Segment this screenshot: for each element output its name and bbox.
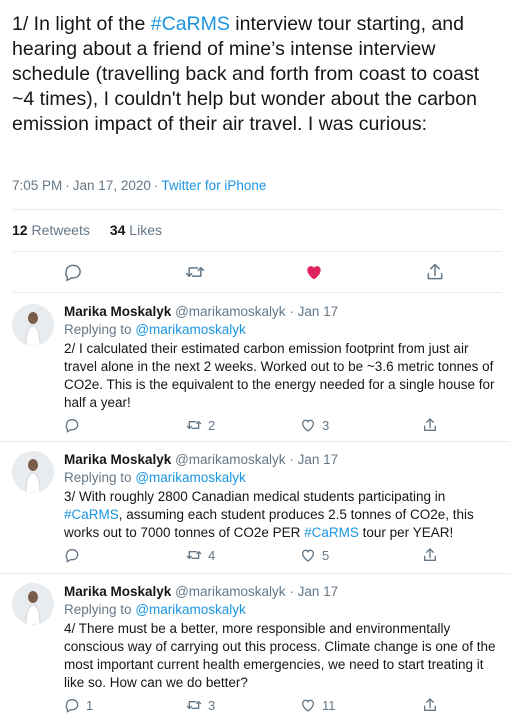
retweet-button[interactable]: 2 bbox=[186, 417, 215, 433]
tweet-actions bbox=[0, 260, 510, 284]
replying-to: Replying to @marikamoskalyk bbox=[64, 321, 500, 339]
hashtag-link[interactable]: #CaRMS bbox=[151, 13, 230, 35]
replying-label: Replying to bbox=[64, 322, 132, 337]
avatar[interactable] bbox=[12, 304, 54, 346]
share-button[interactable] bbox=[422, 417, 444, 433]
main-tweet: 1/ In light of the #CaRMS interview tour… bbox=[0, 0, 510, 300]
reply-actions: 4 5 bbox=[64, 547, 464, 567]
retweets-count: 12 bbox=[12, 222, 28, 238]
like-count: 3 bbox=[322, 417, 330, 433]
likes-label: Likes bbox=[129, 222, 162, 238]
share-icon bbox=[424, 548, 436, 561]
tweet-text-part: 1/ In light of the bbox=[12, 13, 151, 35]
reply-actions: 2 3 bbox=[64, 417, 464, 437]
divider bbox=[0, 441, 510, 442]
reply-count: 1 bbox=[86, 697, 94, 713]
like-count: 5 bbox=[322, 547, 330, 563]
reply-button[interactable] bbox=[61, 260, 85, 284]
share-icon bbox=[424, 418, 436, 431]
retweet-icon bbox=[186, 701, 202, 709]
retweet-button[interactable]: 3 bbox=[186, 697, 215, 713]
retweet-button[interactable] bbox=[183, 260, 207, 284]
heart-outline-icon bbox=[301, 549, 315, 562]
reply-text: 2/ I calculated their estimated carbon e… bbox=[64, 341, 495, 410]
retweet-icon bbox=[185, 267, 205, 277]
reply-icon bbox=[65, 264, 81, 282]
reply-text-part: tour per YEAR! bbox=[358, 525, 454, 540]
replying-label: Replying to bbox=[64, 602, 132, 617]
likes-count: 34 bbox=[109, 222, 126, 238]
retweets-label: Retweets bbox=[31, 222, 90, 238]
reply-button[interactable] bbox=[64, 417, 86, 433]
retweet-count: 3 bbox=[208, 697, 216, 713]
retweet-count: 4 bbox=[208, 547, 216, 563]
reply-date[interactable]: Jan 17 bbox=[298, 584, 339, 599]
replying-to-link[interactable]: @marikamoskalyk bbox=[135, 322, 245, 337]
tweet-stats: 12 Retweets 34 Likes bbox=[12, 222, 162, 238]
retweets-stat[interactable]: 12 Retweets bbox=[12, 222, 90, 238]
share-icon bbox=[424, 698, 436, 711]
divider bbox=[12, 292, 502, 293]
replying-to-link[interactable]: @marikamoskalyk bbox=[135, 602, 245, 617]
avatar[interactable] bbox=[12, 583, 54, 625]
heart-outline-icon bbox=[301, 419, 315, 432]
reply-header: Marika Moskalyk @marikamoskalyk · Jan 17 bbox=[64, 584, 339, 599]
reply-button[interactable] bbox=[64, 547, 86, 563]
divider bbox=[12, 209, 502, 210]
reply-header: Marika Moskalyk @marikamoskalyk · Jan 17 bbox=[64, 304, 339, 319]
share-icon bbox=[427, 263, 443, 280]
replying-to-link[interactable]: @marikamoskalyk bbox=[135, 470, 245, 485]
like-count: 11 bbox=[322, 697, 336, 713]
author-handle[interactable]: @marikamoskalyk bbox=[175, 304, 285, 319]
author-handle[interactable]: @marikamoskalyk bbox=[175, 452, 285, 467]
author-handle[interactable]: @marikamoskalyk bbox=[175, 584, 285, 599]
replying-to: Replying to @marikamoskalyk bbox=[64, 469, 500, 487]
tweet-date[interactable]: Jan 17, 2020 bbox=[73, 178, 151, 193]
retweet-icon bbox=[186, 421, 202, 429]
reply-text-part: 3/ With roughly 2800 Canadian medical st… bbox=[64, 489, 446, 504]
divider bbox=[0, 573, 510, 574]
reply-text: 4/ There must be a better, more responsi… bbox=[64, 621, 496, 690]
reply-icon bbox=[65, 699, 79, 713]
replying-to: Replying to @marikamoskalyk bbox=[64, 601, 500, 619]
reply-date[interactable]: Jan 17 bbox=[298, 452, 339, 467]
like-button[interactable]: 3 bbox=[300, 417, 329, 433]
hashtag-link[interactable]: #CaRMS bbox=[304, 525, 359, 540]
heart-outline-icon bbox=[301, 699, 315, 712]
avatar[interactable] bbox=[12, 451, 54, 493]
share-button[interactable] bbox=[422, 547, 444, 563]
reply-actions: 1 3 11 bbox=[64, 697, 464, 717]
reply-tweet[interactable]: Marika Moskalyk @marikamoskalyk · Jan 17… bbox=[0, 575, 510, 728]
tweet-text: 1/ In light of the #CaRMS interview tour… bbox=[12, 12, 500, 137]
reply-tweet[interactable]: Marika Moskalyk @marikamoskalyk · Jan 17… bbox=[0, 443, 510, 574]
reply-icon bbox=[65, 419, 79, 433]
likes-stat[interactable]: 34 Likes bbox=[110, 222, 162, 238]
share-button[interactable] bbox=[423, 260, 447, 284]
hashtag-link[interactable]: #CaRMS bbox=[64, 507, 119, 522]
tweet-source[interactable]: Twitter for iPhone bbox=[161, 178, 266, 193]
share-button[interactable] bbox=[422, 697, 444, 713]
replying-label: Replying to bbox=[64, 470, 132, 485]
divider bbox=[12, 251, 502, 252]
author-name[interactable]: Marika Moskalyk bbox=[64, 584, 171, 599]
reply-text: 3/ With roughly 2800 Canadian medical st… bbox=[64, 488, 500, 542]
reply-date[interactable]: Jan 17 bbox=[298, 304, 339, 319]
retweet-button[interactable]: 4 bbox=[186, 547, 215, 563]
heart-icon bbox=[307, 266, 321, 280]
tweet-meta: 7:05 PM · Jan 17, 2020 · Twitter for iPhone bbox=[12, 178, 267, 193]
like-button[interactable]: 11 bbox=[300, 697, 336, 713]
like-button[interactable] bbox=[302, 260, 326, 284]
retweet-icon bbox=[186, 551, 202, 559]
reply-tweet[interactable]: Marika Moskalyk @marikamoskalyk · Jan 17… bbox=[0, 300, 510, 442]
reply-header: Marika Moskalyk @marikamoskalyk · Jan 17 bbox=[64, 452, 339, 467]
retweet-count: 2 bbox=[208, 417, 216, 433]
tweet-time[interactable]: 7:05 PM bbox=[12, 178, 62, 193]
author-name[interactable]: Marika Moskalyk bbox=[64, 304, 171, 319]
author-name[interactable]: Marika Moskalyk bbox=[64, 452, 171, 467]
reply-icon bbox=[65, 549, 79, 563]
reply-button[interactable]: 1 bbox=[64, 697, 93, 713]
like-button[interactable]: 5 bbox=[300, 547, 329, 563]
